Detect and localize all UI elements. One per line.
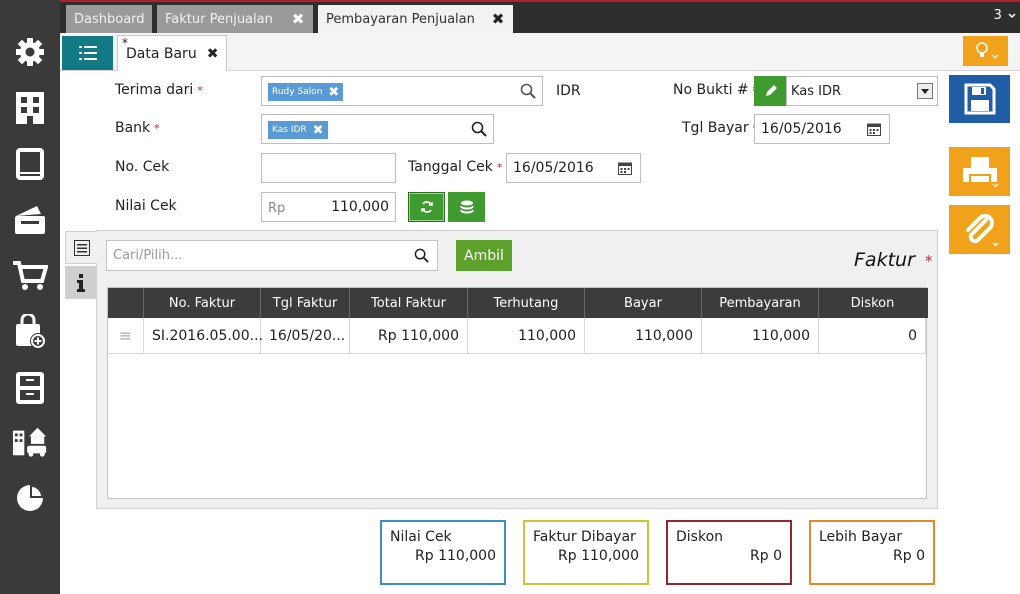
close-tab-pembayaran-penjualan-icon[interactable]: ✖ <box>483 5 513 33</box>
building-icon[interactable] <box>12 90 48 126</box>
chevron-down-icon <box>1008 13 1016 19</box>
info-icon <box>77 273 85 292</box>
doc-tab-label: Data Baru <box>126 45 197 62</box>
list-icon <box>78 46 97 60</box>
invoice-grid: No. Faktur Tgl Faktur Total Faktur Terhu… <box>107 287 928 499</box>
app-window: Dashboard Faktur Penjualan ✖ Pembayaran … <box>0 0 1020 594</box>
save-icon <box>964 83 995 115</box>
lightbulb-icon <box>975 42 998 59</box>
tab-faktur-penjualan-label: Faktur Penjualan <box>165 11 273 27</box>
tab-faktur-penjualan[interactable]: Faktur Penjualan <box>157 5 289 33</box>
archive-icon[interactable] <box>12 370 48 406</box>
bank-tag: Kas IDR ✖ <box>268 121 328 139</box>
document-toolbar: * Data Baru ✖ <box>60 33 1020 71</box>
calendar-icon[interactable] <box>618 162 632 175</box>
summary-lebih-bayar: Lebih Bayar Rp 0 <box>809 520 935 585</box>
search-icon[interactable] <box>471 121 487 137</box>
cell-tgl-faktur[interactable]: 16/05/20... <box>261 318 350 354</box>
bank-label: Bank * <box>115 120 160 136</box>
tgl-bayar-label: Tgl Bayar* <box>682 120 758 136</box>
tab-pembayaran-penjualan-label: Pembayaran Penjualan <box>326 11 475 27</box>
unsaved-mark: * <box>122 36 128 50</box>
currency-label: IDR <box>556 83 581 99</box>
book-icon[interactable] <box>12 146 48 182</box>
city-car-icon[interactable] <box>12 424 48 460</box>
gear-icon[interactable] <box>12 34 48 70</box>
shopping-bag-add-icon[interactable] <box>12 314 48 350</box>
cell-total-faktur[interactable]: Rp 110,000 <box>350 318 468 354</box>
tab-bar: Dashboard Faktur Penjualan ✖ Pembayaran … <box>60 0 1020 33</box>
remove-tag-icon[interactable]: ✖ <box>313 123 324 138</box>
no-bukti-select[interactable]: Kas IDR <box>786 76 938 106</box>
dropdown-arrow-icon[interactable] <box>917 83 933 99</box>
tab-dashboard[interactable]: Dashboard <box>66 5 152 33</box>
calendar-icon[interactable] <box>867 123 881 136</box>
invoice-search-input[interactable]: Cari/Pilih... <box>106 240 438 271</box>
pie-chart-icon[interactable] <box>12 480 48 516</box>
panel-tab-list[interactable] <box>65 231 97 264</box>
grid-header-pembayaran[interactable]: Pembayaran <box>702 288 819 318</box>
grid-header-no-faktur[interactable]: No. Faktur <box>144 288 261 318</box>
doc-tab-data-baru[interactable]: * Data Baru ✖ <box>117 35 227 71</box>
close-doc-tab-icon[interactable]: ✖ <box>207 46 219 62</box>
bank-field[interactable]: Kas IDR ✖ <box>261 114 494 144</box>
nilai-cek-field[interactable]: Rp 110,000 <box>261 192 396 222</box>
panel-title: Faktur * <box>854 249 933 271</box>
grid-header-total-faktur[interactable]: Total Faktur <box>350 288 468 318</box>
grid-header-tgl-faktur[interactable]: Tgl Faktur <box>261 288 350 318</box>
refresh-icon <box>420 201 433 213</box>
terima-dari-tag: Rudy Salon ✖ <box>268 83 344 101</box>
tanggal-cek-label: Tanggal Cek * <box>408 159 503 175</box>
attachment-button[interactable] <box>949 205 1010 254</box>
grid-header-handle <box>108 288 144 318</box>
cell-terhutang[interactable]: 110,000 <box>468 318 585 354</box>
save-button[interactable] <box>949 75 1010 123</box>
stack-coins-button[interactable] <box>448 192 485 222</box>
no-cek-label: No. Cek <box>115 159 170 175</box>
print-icon <box>962 156 998 187</box>
print-button[interactable] <box>949 147 1010 196</box>
grid-header: No. Faktur Tgl Faktur Total Faktur Terhu… <box>108 288 928 318</box>
currency-prefix: Rp <box>268 201 286 216</box>
paperclip-icon <box>965 213 998 246</box>
list-view-button[interactable] <box>62 36 113 70</box>
terima-dari-field[interactable]: Rudy Salon ✖ <box>261 76 543 106</box>
nilai-cek-value: 110,000 <box>331 199 389 215</box>
pencil-icon <box>766 85 777 96</box>
panel-tab-info[interactable] <box>65 266 97 299</box>
layers-icon <box>459 200 474 214</box>
sidebar <box>0 0 60 594</box>
cell-diskon[interactable]: 0 <box>819 318 926 354</box>
tips-button[interactable] <box>963 36 1008 66</box>
row-drag-handle[interactable]: ≡ <box>108 318 144 354</box>
cell-no-faktur[interactable]: SI.2016.05.00... <box>144 318 263 354</box>
ambil-button[interactable]: Ambil <box>456 240 512 271</box>
close-tab-faktur-penjualan-icon[interactable]: ✖ <box>283 5 313 33</box>
remove-tag-icon[interactable]: ✖ <box>328 85 339 100</box>
grid-header-bayar[interactable]: Bayar <box>585 288 702 318</box>
search-icon[interactable] <box>520 83 536 99</box>
tanggal-cek-field[interactable]: 16/05/2016 <box>506 153 641 183</box>
summary-faktur-dibayar: Faktur Dibayar Rp 110,000 <box>523 520 649 585</box>
summary-diskon: Diskon Rp 0 <box>666 520 792 585</box>
tgl-bayar-field[interactable]: 16/05/2016 <box>754 114 890 144</box>
search-icon[interactable] <box>414 248 429 263</box>
tab-count-menu[interactable]: 3 <box>994 8 1016 23</box>
cell-pembayaran[interactable]: 110,000 <box>702 318 819 354</box>
no-cek-field[interactable] <box>261 153 396 183</box>
nilai-cek-label: Nilai Cek <box>115 198 177 214</box>
summary-nilai-cek: Nilai Cek Rp 110,000 <box>380 520 506 585</box>
grid-header-diskon[interactable]: Diskon <box>819 288 926 318</box>
refresh-button[interactable] <box>408 192 445 222</box>
tab-pembayaran-penjualan[interactable]: Pembayaran Penjualan <box>318 5 483 33</box>
tab-dashboard-label: Dashboard <box>74 11 145 27</box>
grid-header-terhutang[interactable]: Terhutang <box>468 288 585 318</box>
cell-bayar[interactable]: 110,000 <box>585 318 702 354</box>
wallet-icon[interactable] <box>12 202 48 238</box>
terima-dari-label: Terima dari * <box>115 82 203 98</box>
list-lines-icon <box>73 239 90 256</box>
edit-no-bukti-button[interactable] <box>754 76 788 106</box>
no-bukti-label: No Bukti #* <box>673 82 758 98</box>
cart-icon[interactable] <box>12 258 48 294</box>
